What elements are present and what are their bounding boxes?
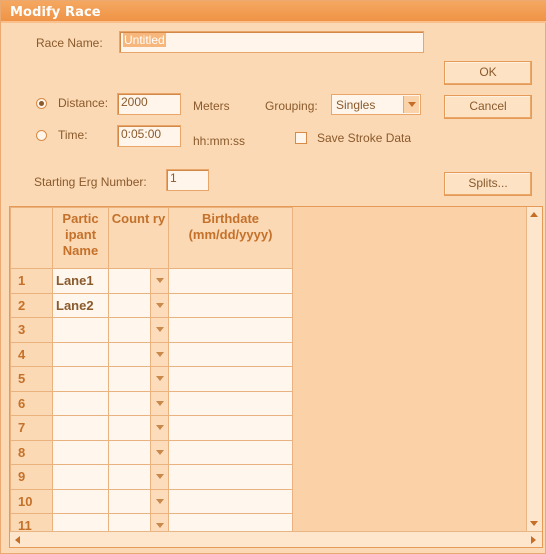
chevron-down-icon[interactable] <box>403 96 419 113</box>
chevron-down-icon[interactable] <box>150 342 168 366</box>
birthdate-cell[interactable] <box>168 292 293 318</box>
birthdate-cell[interactable] <box>168 366 293 392</box>
country-cell[interactable] <box>108 268 169 294</box>
row-number[interactable]: 6 <box>10 390 53 416</box>
ok-button[interactable]: OK <box>444 61 532 85</box>
birthdate-cell[interactable] <box>168 268 293 294</box>
race-name-label: Race Name: <box>36 36 103 50</box>
distance-unit: Meters <box>193 99 230 113</box>
birthdate-cell[interactable] <box>168 341 293 367</box>
row-number[interactable]: 10 <box>10 488 53 514</box>
table-row: 2 Lane2 <box>10 292 293 318</box>
chevron-down-icon[interactable] <box>150 293 168 317</box>
save-stroke-label: Save Stroke Data <box>317 131 412 145</box>
row-number[interactable]: 8 <box>10 439 53 465</box>
table-row: 7 <box>10 415 293 441</box>
chevron-down-icon[interactable] <box>150 367 168 391</box>
row-number[interactable]: 5 <box>10 366 53 392</box>
birthdate-cell[interactable] <box>168 439 293 465</box>
starting-erg-input[interactable]: 1 <box>166 169 209 191</box>
chevron-down-icon[interactable] <box>150 465 168 489</box>
chevron-down-icon[interactable] <box>150 318 168 342</box>
country-cell[interactable] <box>108 439 169 465</box>
table-row: 10 <box>10 488 293 514</box>
distance-input[interactable]: 2000 <box>117 93 181 115</box>
scroll-down-icon[interactable] <box>527 516 542 532</box>
table-row: 9 <box>10 464 293 490</box>
participant-name-cell[interactable] <box>52 464 109 490</box>
race-name-input[interactable]: Untitled <box>119 31 424 53</box>
column-header-name[interactable]: Partic ipant Name <box>52 207 109 269</box>
grouping-value: Singles <box>336 98 376 112</box>
country-cell[interactable] <box>108 341 169 367</box>
country-cell[interactable] <box>108 317 169 343</box>
row-number[interactable]: 2 <box>10 292 53 318</box>
country-cell[interactable] <box>108 390 169 416</box>
time-label: Time: <box>58 128 88 142</box>
vertical-scrollbar[interactable] <box>526 207 542 532</box>
table-row: 3 <box>10 317 293 343</box>
table-row: 6 <box>10 390 293 416</box>
participant-name-cell[interactable]: Lane1 <box>52 268 109 294</box>
table-row: 4 <box>10 341 293 367</box>
chevron-down-icon[interactable] <box>150 269 168 293</box>
modify-race-dialog: Modify Race Race Name: Untitled Distance… <box>0 0 546 554</box>
participants-table: Partic ipant Name Count ry Birthdate (mm… <box>10 207 293 539</box>
window-title: Modify Race <box>10 5 101 20</box>
splits-button[interactable]: Splits... <box>444 172 532 196</box>
row-number[interactable]: 1 <box>10 268 53 294</box>
row-number[interactable]: 7 <box>10 415 53 441</box>
save-stroke-checkbox[interactable] <box>295 132 307 144</box>
birthdate-cell[interactable] <box>168 317 293 343</box>
row-number[interactable]: 9 <box>10 464 53 490</box>
country-cell[interactable] <box>108 292 169 318</box>
table-row: 1 Lane1 <box>10 268 293 294</box>
country-cell[interactable] <box>108 415 169 441</box>
row-number[interactable]: 3 <box>10 317 53 343</box>
table-row: 8 <box>10 439 293 465</box>
grouping-select[interactable]: Singles <box>331 94 421 115</box>
participant-name-cell[interactable] <box>52 415 109 441</box>
time-unit: hh:mm:ss <box>193 134 246 148</box>
chevron-down-icon[interactable] <box>150 416 168 440</box>
participant-name-cell[interactable] <box>52 317 109 343</box>
country-cell[interactable] <box>108 366 169 392</box>
chevron-down-icon[interactable] <box>150 489 168 513</box>
birthdate-cell[interactable] <box>168 488 293 514</box>
distance-label: Distance: <box>58 96 109 110</box>
participants-grid: Partic ipant Name Count ry Birthdate (mm… <box>9 206 543 548</box>
grouping-label: Grouping: <box>265 99 318 113</box>
country-cell[interactable] <box>108 488 169 514</box>
birthdate-cell[interactable] <box>168 415 293 441</box>
scroll-right-icon[interactable] <box>531 536 536 544</box>
cancel-button[interactable]: Cancel <box>444 95 532 119</box>
table-header-row: Partic ipant Name Count ry Birthdate (mm… <box>10 207 293 269</box>
distance-radio[interactable] <box>36 98 47 109</box>
chevron-down-icon[interactable] <box>150 440 168 464</box>
starting-erg-label: Starting Erg Number: <box>34 175 147 189</box>
birthdate-cell[interactable] <box>168 390 293 416</box>
participant-name-cell[interactable] <box>52 488 109 514</box>
title-bar[interactable]: Modify Race <box>1 1 546 23</box>
horizontal-scrollbar[interactable] <box>10 531 542 547</box>
participant-name-cell[interactable] <box>52 341 109 367</box>
country-cell[interactable] <box>108 464 169 490</box>
birthdate-cell[interactable] <box>168 464 293 490</box>
column-header-country[interactable]: Count ry <box>108 207 169 269</box>
time-input[interactable]: 0:05:00 <box>117 125 181 147</box>
participant-name-cell[interactable] <box>52 366 109 392</box>
row-number[interactable]: 4 <box>10 341 53 367</box>
participant-name-cell[interactable] <box>52 390 109 416</box>
participant-name-cell[interactable] <box>52 439 109 465</box>
participant-name-cell[interactable]: Lane2 <box>52 292 109 318</box>
scroll-up-icon[interactable] <box>527 207 542 223</box>
column-header-birthdate[interactable]: Birthdate (mm/dd/yyyy) <box>168 207 293 269</box>
scroll-left-icon[interactable] <box>15 536 20 544</box>
chevron-down-icon[interactable] <box>150 391 168 415</box>
race-name-value: Untitled <box>123 33 166 47</box>
table-row: 5 <box>10 366 293 392</box>
time-radio[interactable] <box>36 130 47 141</box>
corner-cell <box>10 207 53 269</box>
